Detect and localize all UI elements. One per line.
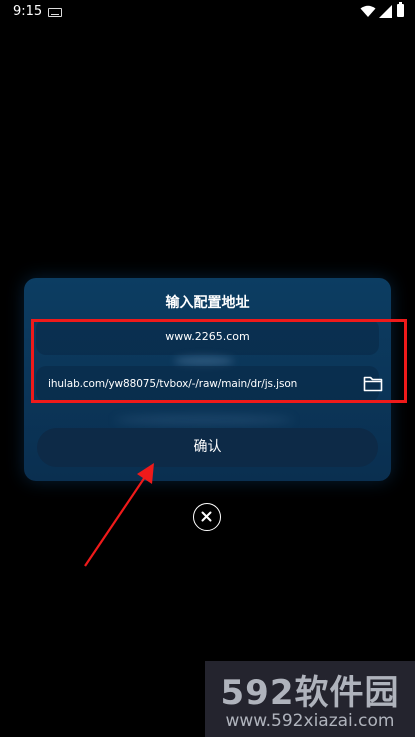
dialog-title: 输入配置地址 — [165, 295, 250, 311]
watermark-logo: 592软件园 — [220, 673, 400, 713]
annotation-highlight-box — [31, 319, 407, 403]
status-time: 9:15 — [13, 4, 43, 19]
keyboard-icon — [48, 8, 62, 17]
status-bar: 9:15 — [0, 0, 415, 24]
signal-icon — [379, 5, 392, 18]
watermark: 592软件园 www.592xiazai.com — [205, 661, 415, 737]
wifi-icon — [360, 5, 376, 17]
battery-icon — [397, 2, 404, 17]
confirm-button[interactable]: 确认 — [37, 428, 378, 467]
watermark-url: www.592xiazai.com — [225, 711, 395, 731]
close-button[interactable] — [193, 503, 221, 531]
close-icon — [201, 511, 212, 522]
decorative-glow — [114, 416, 294, 424]
